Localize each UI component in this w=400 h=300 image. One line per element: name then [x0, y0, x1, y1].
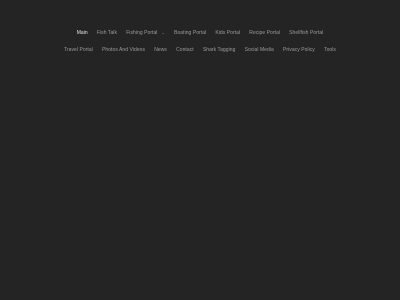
nav-item-label: Shellfish Portal	[289, 30, 324, 36]
nav-item-boating-portal[interactable]: Boating Portal	[169, 30, 210, 36]
nav-row-secondary: Travel Portal Photos And Videos News Con…	[0, 45, 400, 55]
nav-item-privacy-policy[interactable]: Privacy Policy	[278, 47, 319, 53]
nav-item-label: News	[154, 47, 167, 53]
nav-item-label: Photos And Videos	[102, 47, 146, 53]
nav-item-shark-tagging[interactable]: Shark Tagging	[198, 47, 240, 53]
nav-item-label: Tools	[324, 47, 336, 53]
nav-item-contact[interactable]: Contact	[172, 47, 199, 53]
nav-item-main[interactable]: Main	[72, 30, 92, 36]
nav-item-label: Social Media	[244, 47, 274, 53]
nav-item-label: Contact	[176, 47, 194, 53]
nav-item-photos-and-videos[interactable]: Photos And Videos	[97, 47, 149, 53]
nav-item-kids-portal[interactable]: Kids Portal	[211, 30, 245, 36]
nav-item-label: Main	[76, 30, 88, 36]
nav-item-social-media[interactable]: Social Media	[240, 47, 278, 53]
page: Main Fish Talk Fishing Portal ⌄ Boating …	[0, 0, 400, 300]
nav-item-label: Travel Portal	[64, 47, 93, 53]
main-navigation: Main Fish Talk Fishing Portal ⌄ Boating …	[0, 0, 400, 55]
nav-item-shellfish-portal[interactable]: Shellfish Portal	[285, 30, 328, 36]
nav-item-label: Recipe Portal	[249, 30, 280, 36]
nav-item-label: Kids Portal	[215, 30, 241, 36]
nav-row-primary: Main Fish Talk Fishing Portal ⌄ Boating …	[0, 28, 400, 38]
nav-item-fish-talk[interactable]: Fish Talk	[92, 30, 121, 36]
nav-item-recipe-portal[interactable]: Recipe Portal	[245, 30, 285, 36]
nav-item-label: Boating Portal	[174, 30, 207, 36]
nav-item-news[interactable]: News	[150, 47, 172, 53]
nav-item-label: Shark Tagging	[202, 47, 236, 53]
nav-item-tools[interactable]: Tools	[319, 47, 340, 53]
nav-item-travel-portal[interactable]: Travel Portal	[59, 47, 97, 53]
nav-item-label: Privacy Policy	[283, 47, 315, 53]
nav-item-label: Fishing Portal	[126, 30, 158, 36]
nav-item-label: Fish Talk	[96, 30, 118, 36]
nav-item-fishing-portal[interactable]: Fishing Portal ⌄	[122, 30, 170, 36]
chevron-down-icon: ⌄	[161, 30, 165, 35]
